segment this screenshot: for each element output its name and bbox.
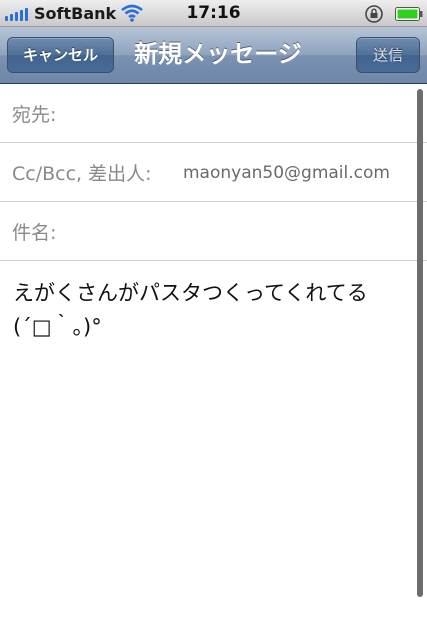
rotation-lock-icon: [364, 4, 384, 28]
to-label: 宛先:: [12, 104, 57, 126]
cc-bcc-from-label: Cc/Bcc, 差出人:: [12, 163, 152, 185]
clock: 17:16: [186, 3, 241, 23]
cancel-button[interactable]: キャンセル: [7, 37, 114, 73]
status-bar: SoftBank 17:16: [0, 0, 427, 27]
message-body[interactable]: えがくさんがパスタつくってくれてる (´□｀。)°: [13, 276, 408, 344]
battery-icon: [395, 6, 423, 25]
from-address: maonyan50@gmail.com: [183, 163, 390, 183]
subject-field[interactable]: 件名:: [0, 202, 427, 261]
to-field[interactable]: 宛先:: [0, 84, 427, 143]
scrollbar[interactable]: [417, 89, 423, 597]
navigation-bar: キャンセル 新規メッセージ 送信: [0, 27, 427, 84]
page-title: 新規メッセージ: [134, 40, 302, 68]
send-button[interactable]: 送信: [356, 37, 420, 73]
cc-bcc-from-field[interactable]: Cc/Bcc, 差出人: maonyan50@gmail.com: [0, 143, 427, 202]
subject-label: 件名:: [12, 222, 57, 244]
